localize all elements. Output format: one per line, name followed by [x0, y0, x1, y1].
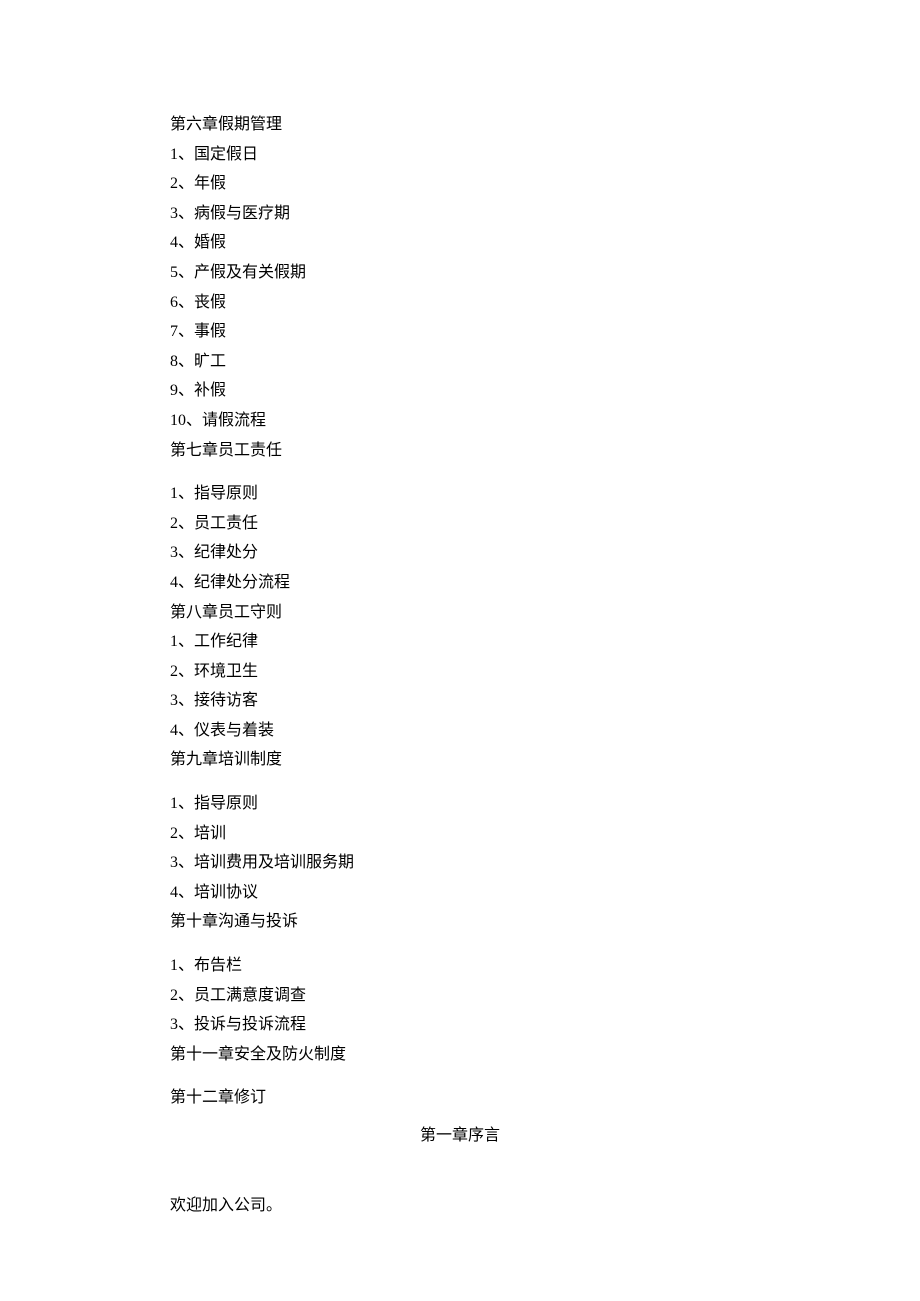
toc-line: 2、培训 — [170, 819, 750, 849]
toc-line: 第十章沟通与投诉 — [170, 907, 750, 937]
toc-line: 2、年假 — [170, 169, 750, 199]
chapter-heading: 第一章序言 — [170, 1121, 750, 1151]
section-spacer — [170, 937, 750, 951]
toc-line: 1、指导原则 — [170, 479, 750, 509]
toc-line: 4、仪表与着装 — [170, 716, 750, 746]
toc-line: 2、环境卫生 — [170, 657, 750, 687]
toc-line: 6、丧假 — [170, 288, 750, 318]
toc-line: 3、接待访客 — [170, 686, 750, 716]
toc-line: 7、事假 — [170, 317, 750, 347]
toc-line: 1、指导原则 — [170, 789, 750, 819]
section-spacer — [170, 775, 750, 789]
toc-line: 5、产假及有关假期 — [170, 258, 750, 288]
toc-line: 8、旷工 — [170, 347, 750, 377]
toc-line: 4、纪律处分流程 — [170, 568, 750, 598]
toc-line: 4、培训协议 — [170, 878, 750, 908]
toc-line: 3、病假与医疗期 — [170, 199, 750, 229]
toc-line: 第十一章安全及防火制度 — [170, 1040, 750, 1070]
toc-line: 第六章假期管理 — [170, 110, 750, 140]
toc-line: 3、纪律处分 — [170, 538, 750, 568]
toc-line: 2、员工责任 — [170, 509, 750, 539]
toc-line: 10、请假流程 — [170, 406, 750, 436]
toc-line: 2、员工满意度调查 — [170, 981, 750, 1011]
toc-line: 1、布告栏 — [170, 951, 750, 981]
toc-line: 3、培训费用及培训服务期 — [170, 848, 750, 878]
section-spacer — [170, 465, 750, 479]
document-content: 第六章假期管理 1、国定假日 2、年假 3、病假与医疗期 4、婚假 5、产假及有… — [170, 110, 750, 1220]
toc-line: 第九章培训制度 — [170, 745, 750, 775]
toc-line: 第七章员工责任 — [170, 436, 750, 466]
toc-line: 1、国定假日 — [170, 140, 750, 170]
welcome-text: 欢迎加入公司。 — [170, 1191, 750, 1221]
toc-line: 9、补假 — [170, 376, 750, 406]
toc-line: 第十二章修订 — [170, 1083, 750, 1113]
toc-line: 第八章员工守则 — [170, 598, 750, 628]
toc-line: 1、工作纪律 — [170, 627, 750, 657]
toc-line: 4、婚假 — [170, 228, 750, 258]
section-spacer — [170, 1069, 750, 1083]
toc-line: 3、投诉与投诉流程 — [170, 1010, 750, 1040]
